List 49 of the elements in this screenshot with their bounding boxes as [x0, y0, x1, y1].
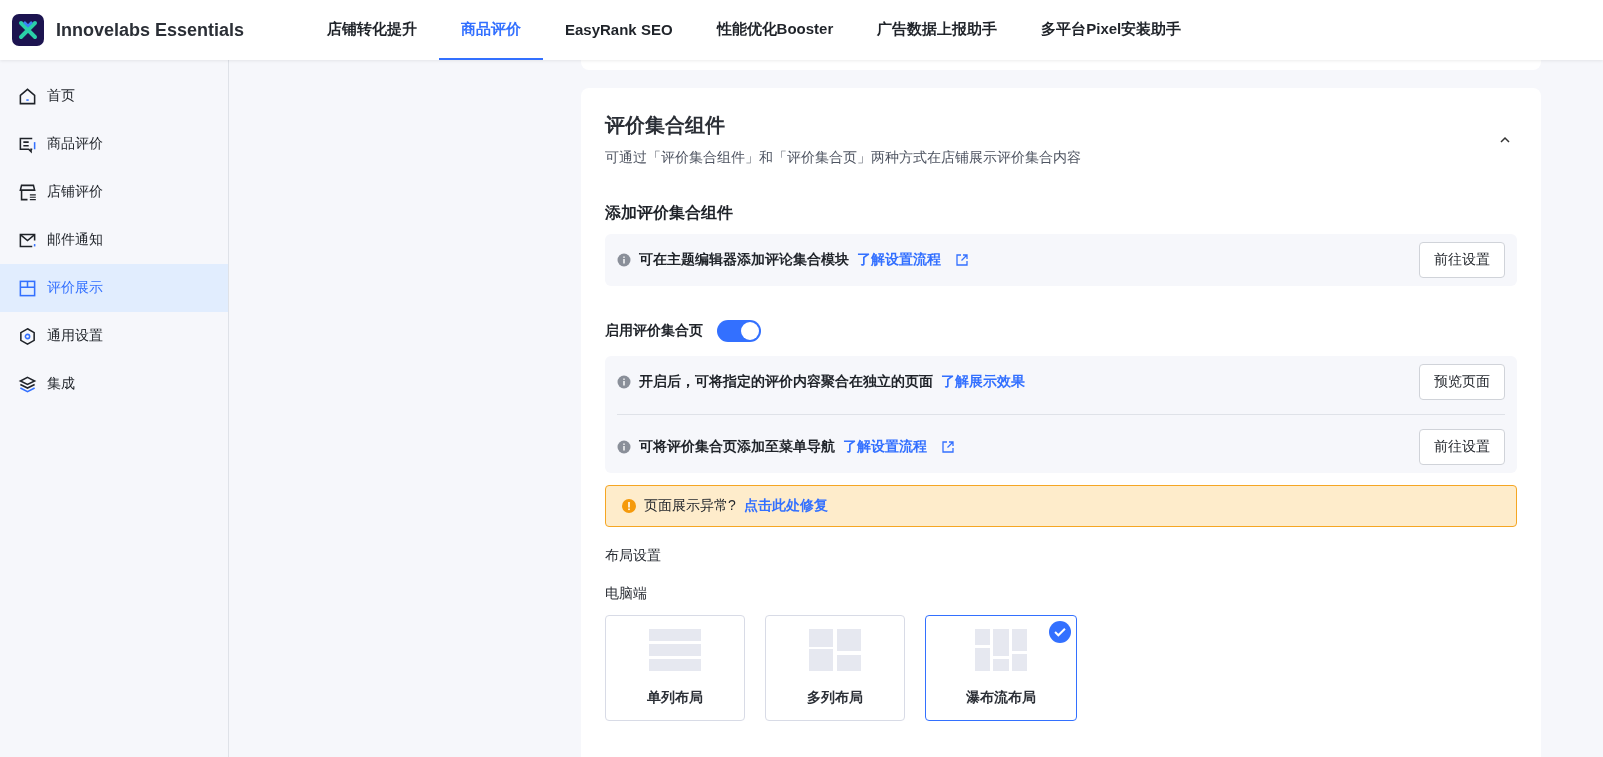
warning-text: 页面展示异常? — [644, 497, 736, 515]
layout-option[interactable]: 瀑布流布局 — [925, 615, 1077, 721]
sidebar-item[interactable]: 商品评价 — [0, 120, 228, 168]
nav-tab[interactable]: 性能优化Booster — [694, 0, 856, 60]
sidebar-item[interactable]: 邮件通知 — [0, 216, 228, 264]
layout-option[interactable]: 单列布局 — [605, 615, 745, 721]
single-column-icon — [649, 629, 701, 671]
logo-icon — [12, 14, 44, 46]
section-title: 评价集合组件 — [605, 113, 726, 138]
info-icon — [617, 375, 631, 389]
layers-icon — [18, 374, 37, 394]
info-icon — [617, 440, 631, 454]
device-label: 电脑端 — [605, 585, 648, 603]
nav-tab[interactable]: 多平台Pixel安装助手 — [1019, 0, 1204, 60]
sidebar-item[interactable]: 评价展示 — [0, 264, 228, 312]
info-text: 可在主题编辑器添加评论集合模块 — [639, 251, 849, 269]
home-icon — [18, 86, 37, 106]
nav-tab[interactable]: 商品评价 — [439, 0, 543, 60]
nav-tab[interactable]: EasyRank SEO — [543, 0, 695, 60]
layout-icon — [18, 278, 37, 298]
info-text: 开启后，可将指定的评价内容聚合在独立的页面 — [639, 373, 933, 391]
action-button[interactable]: 前往设置 — [1419, 242, 1505, 278]
sidebar-item[interactable]: 集成 — [0, 360, 228, 408]
layout-option[interactable]: 多列布局 — [765, 615, 905, 721]
info-text: 可将评价集合页添加至菜单导航 — [639, 438, 835, 456]
store-icon — [18, 182, 37, 202]
sidebar-item[interactable]: 首页 — [0, 72, 228, 120]
warning-icon — [622, 499, 636, 513]
masonry-icon — [975, 629, 1027, 671]
grid-icon — [809, 629, 861, 671]
action-button[interactable]: 前往设置 — [1419, 429, 1505, 465]
toggle-switch[interactable] — [717, 320, 761, 342]
help-link[interactable]: 了解展示效果 — [941, 373, 1025, 391]
section-description: 可通过「评价集合组件」和「评价集合页」两种方式在店铺展示评价集合内容 — [605, 149, 1081, 167]
fix-link[interactable]: 点击此处修复 — [743, 497, 828, 515]
sidebar-item[interactable]: 通用设置 — [0, 312, 228, 360]
settings-icon — [18, 326, 37, 346]
help-link[interactable]: 了解设置流程 — [857, 251, 941, 269]
nav-tab[interactable]: 广告数据上报助手 — [855, 0, 1020, 60]
sidebar-item[interactable]: 店铺评价 — [0, 168, 228, 216]
subsection-heading: 添加评价集合组件 — [605, 203, 734, 223]
check-icon — [1049, 621, 1071, 643]
toggle-label: 启用评价集合页 — [605, 322, 703, 340]
nav-tab[interactable]: 店铺转化提升 — [305, 0, 439, 60]
layout-heading: 布局设置 — [605, 547, 662, 565]
info-icon — [617, 253, 631, 267]
help-link[interactable]: 了解设置流程 — [843, 438, 927, 456]
action-button[interactable]: 预览页面 — [1419, 364, 1505, 400]
app-name: Innovelabs Essentials — [56, 19, 245, 41]
